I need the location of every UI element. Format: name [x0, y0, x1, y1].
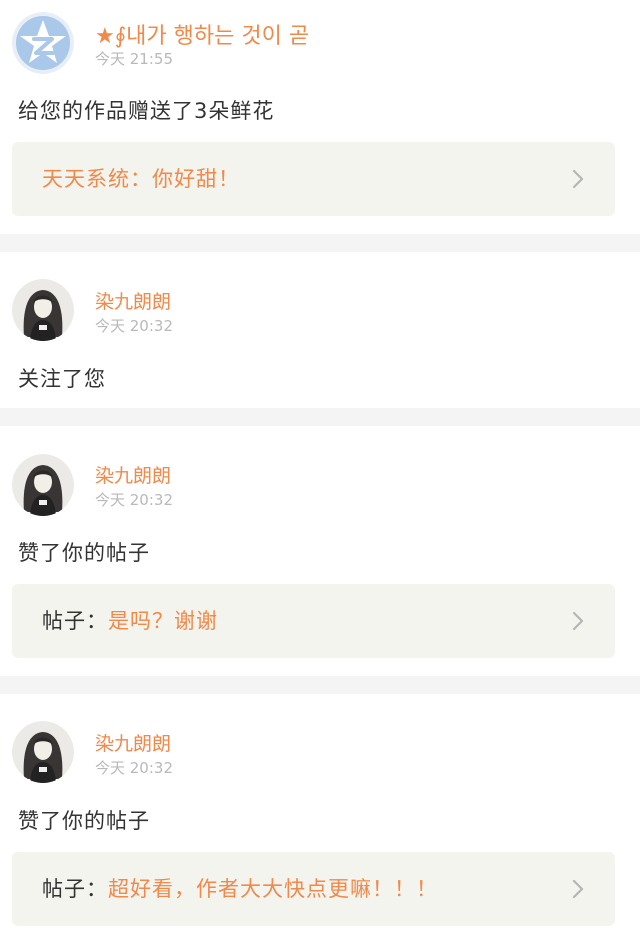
notification-feed: ★∮내가 행하는 것이 곧 今天 21:55 给您的作品赠送了3朵鲜花 天天系统…	[0, 0, 640, 929]
chevron-right-icon	[567, 610, 589, 632]
action-text: 关注了您	[18, 367, 106, 391]
avatar[interactable]	[12, 454, 74, 516]
notification-card[interactable]: 染九朗朗 今天 20:32 赞了你的帖子 帖子：超好看，作者大大快点更嘛！！！	[0, 694, 640, 929]
qzone-logo-icon	[12, 12, 74, 74]
anime-girl-avatar	[12, 721, 74, 783]
timestamp: 今天 21:55	[95, 50, 173, 68]
avatar[interactable]	[12, 279, 74, 341]
quote-text: 天天系统：你好甜！	[42, 142, 240, 216]
chevron-right-icon	[567, 878, 589, 900]
quote-box[interactable]: 天天系统：你好甜！	[12, 142, 615, 216]
avatar[interactable]	[12, 12, 74, 74]
quote-label: 帖子：	[42, 609, 108, 633]
timestamp: 今天 20:32	[95, 759, 173, 777]
timestamp: 今天 20:32	[95, 317, 173, 335]
username[interactable]: 染九朗朗	[95, 729, 171, 756]
quote-text: 帖子：超好看，作者大大快点更嘛！！！	[42, 852, 438, 926]
notification-card[interactable]: 染九朗朗 今天 20:32 关注了您	[0, 252, 640, 408]
quote-box[interactable]: 帖子：是吗？谢谢	[12, 584, 615, 658]
action-text: 给您的作品赠送了3朵鲜花	[18, 99, 275, 123]
chevron-right-icon	[567, 168, 589, 190]
quote-content: 是吗？谢谢	[108, 609, 218, 633]
action-text: 赞了你的帖子	[18, 541, 150, 565]
action-text: 赞了你的帖子	[18, 809, 150, 833]
quote-label: 帖子：	[42, 877, 108, 901]
anime-girl-avatar	[12, 454, 74, 516]
timestamp: 今天 20:32	[95, 491, 173, 509]
username[interactable]: 染九朗朗	[95, 287, 171, 314]
quote-box[interactable]: 帖子：超好看，作者大大快点更嘛！！！	[12, 852, 615, 926]
notification-card[interactable]: ★∮내가 행하는 것이 곧 今天 21:55 给您的作品赠送了3朵鲜花 天天系统…	[0, 0, 640, 234]
divider	[0, 676, 640, 694]
quote-content: 天天系统：你好甜！	[42, 167, 240, 191]
username[interactable]: ★∮내가 행하는 것이 곧	[95, 18, 309, 50]
username[interactable]: 染九朗朗	[95, 461, 171, 488]
divider	[0, 408, 640, 426]
divider	[0, 234, 640, 252]
quote-content: 超好看，作者大大快点更嘛！！！	[108, 877, 438, 901]
quote-text: 帖子：是吗？谢谢	[42, 584, 218, 658]
anime-girl-avatar	[12, 279, 74, 341]
notification-card[interactable]: 染九朗朗 今天 20:32 赞了你的帖子 帖子：是吗？谢谢	[0, 426, 640, 676]
avatar[interactable]	[12, 721, 74, 783]
